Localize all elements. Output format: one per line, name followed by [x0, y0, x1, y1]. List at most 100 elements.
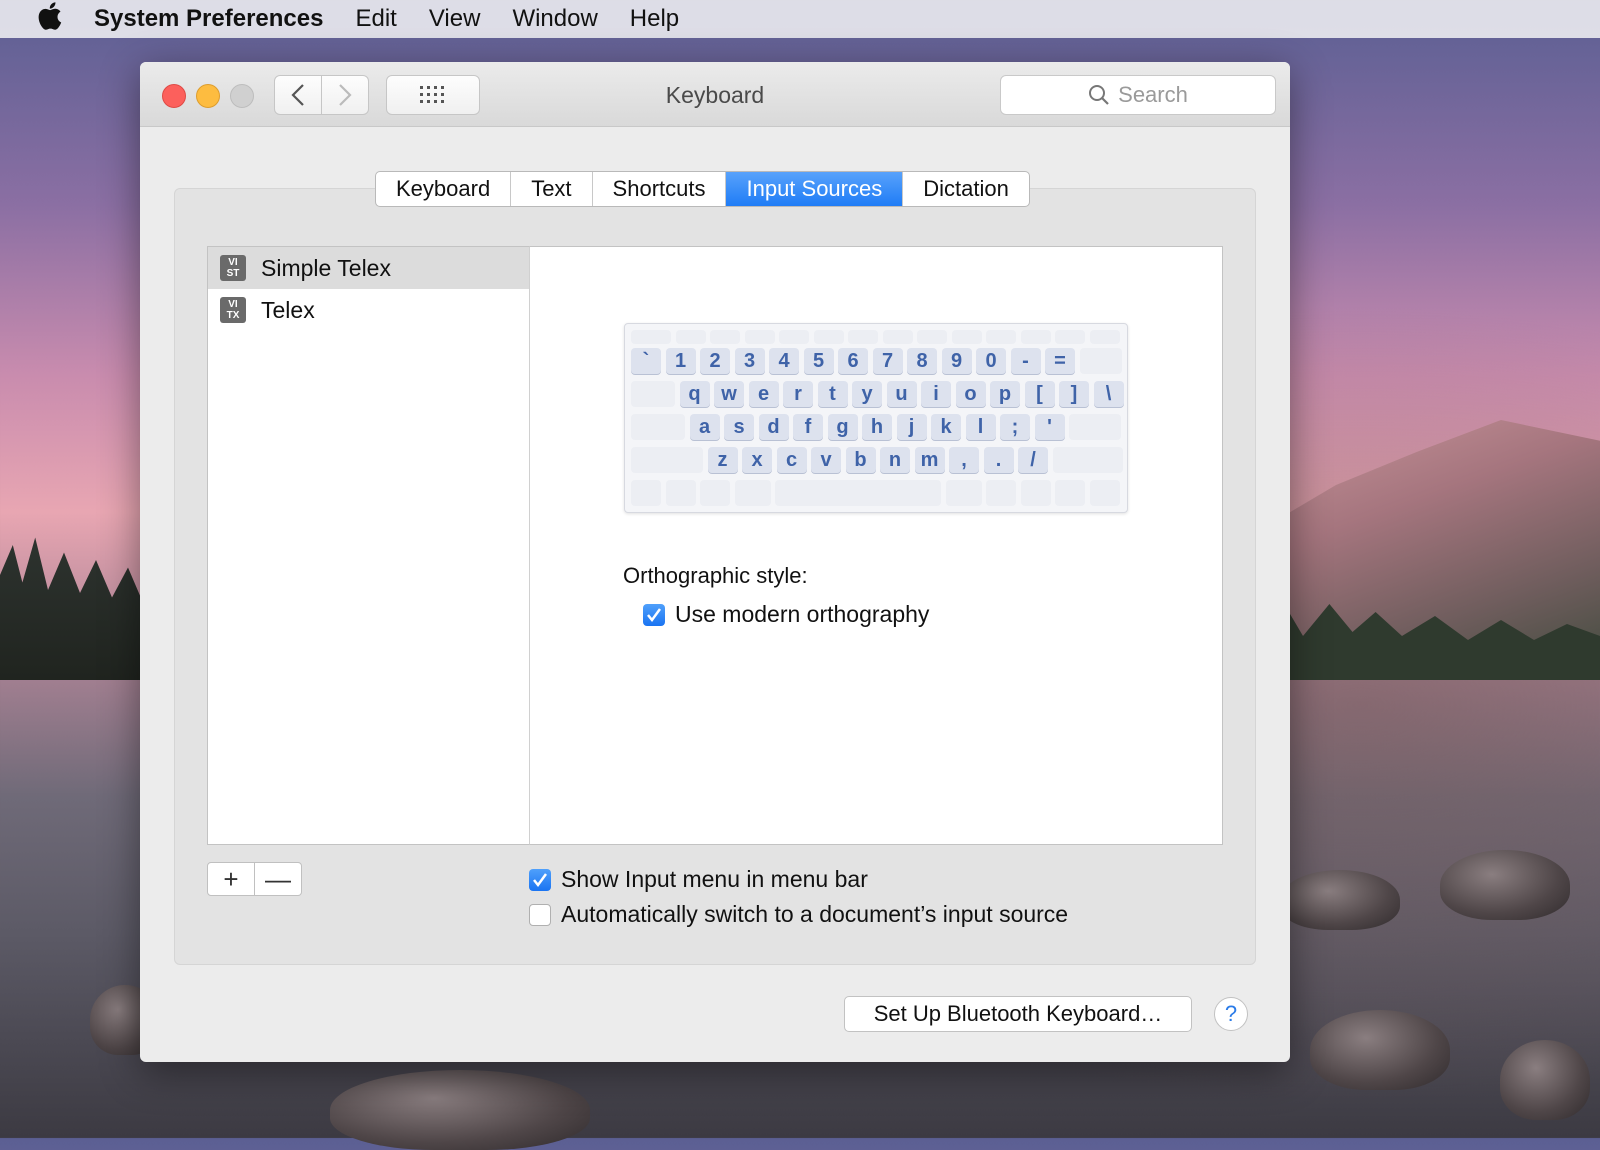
key: \	[1093, 381, 1124, 407]
key: -	[1010, 348, 1041, 374]
modern-orthography-option[interactable]: Use modern orthography	[643, 601, 929, 628]
key: s	[724, 414, 754, 440]
remove-input-source-button[interactable]: —	[255, 862, 302, 896]
checkmark-icon	[647, 607, 662, 622]
search-field[interactable]: Search	[1000, 75, 1276, 115]
list-item-label: Telex	[261, 296, 315, 323]
apple-menu-icon[interactable]	[36, 1, 66, 38]
modern-orthography-checkbox[interactable]	[643, 603, 665, 626]
key: 2	[700, 348, 730, 374]
title-bar: Keyboard Search	[140, 62, 1290, 127]
rock	[1440, 850, 1570, 920]
key: `	[631, 348, 661, 374]
key: w	[714, 381, 744, 407]
list-item-telex[interactable]: VI TX Telex	[208, 289, 530, 331]
list-item-label: Simple Telex	[261, 254, 391, 281]
key: u	[886, 381, 917, 407]
add-input-source-button[interactable]: +	[207, 862, 255, 896]
key: e	[748, 381, 779, 407]
key: 7	[872, 348, 903, 374]
tab-bar: Keyboard Text Shortcuts Input Sources Di…	[375, 171, 1030, 207]
orthographic-style-label: Orthographic style:	[623, 563, 808, 588]
key: a	[689, 414, 720, 440]
key: =	[1045, 348, 1075, 374]
rock	[330, 1070, 590, 1150]
menu-app-name[interactable]: System Preferences	[94, 5, 323, 33]
modern-orthography-label: Use modern orthography	[675, 601, 930, 627]
tab-input-sources[interactable]: Input Sources	[726, 172, 904, 206]
key: k	[931, 414, 961, 440]
key: /	[1018, 447, 1048, 473]
key: n	[880, 447, 910, 473]
key: [	[1024, 381, 1055, 407]
key: 8	[907, 348, 937, 374]
set-up-bluetooth-keyboard-button[interactable]: Set Up Bluetooth Keyboard…	[844, 996, 1192, 1032]
bottom-letter-key-row: z x c v b n m , . /	[631, 447, 1127, 473]
search-placeholder: Search	[1118, 82, 1188, 107]
key: 3	[734, 348, 765, 374]
key: o	[955, 381, 986, 407]
key: g	[827, 414, 858, 440]
key: p	[990, 381, 1020, 407]
rock	[1310, 1010, 1450, 1090]
menu-edit[interactable]: Edit	[355, 5, 396, 33]
vietnamese-input-icon: VI ST	[220, 255, 246, 281]
key: f	[793, 414, 823, 440]
show-input-menu-label: Show Input menu in menu bar	[561, 866, 868, 892]
auto-switch-label: Automatically switch to a document’s inp…	[561, 901, 1069, 927]
key: 9	[941, 348, 972, 374]
show-input-menu-option[interactable]: Show Input menu in menu bar	[529, 866, 868, 893]
key: .	[983, 447, 1014, 473]
key: 4	[769, 348, 799, 374]
tab-shortcuts[interactable]: Shortcuts	[593, 172, 727, 206]
key: j	[896, 414, 927, 440]
key: q	[679, 381, 710, 407]
key: r	[783, 381, 813, 407]
key: l	[965, 414, 996, 440]
tab-dictation[interactable]: Dictation	[903, 172, 1029, 206]
tab-text[interactable]: Text	[511, 172, 593, 206]
key: h	[862, 414, 892, 440]
keyboard-layout-preview: ` 1 2 3 4 5 6 7 8 9 0 - = q w e r t y u …	[624, 323, 1128, 513]
input-source-detail: ` 1 2 3 4 5 6 7 8 9 0 - = q w e r t y u …	[529, 246, 1223, 845]
number-key-row: ` 1 2 3 4 5 6 7 8 9 0 - =	[631, 348, 1126, 374]
home-key-row: a s d f g h j k l ; '	[631, 414, 1126, 440]
key: 6	[838, 348, 868, 374]
key: t	[817, 381, 848, 407]
key: z	[707, 447, 738, 473]
function-key-row	[631, 330, 1124, 344]
search-icon	[1089, 85, 1109, 105]
key: 1	[665, 348, 696, 374]
key: b	[845, 447, 876, 473]
qwerty-key-row: q w e r t y u i o p [ ] \	[631, 381, 1128, 407]
modifier-key-row	[631, 480, 1124, 506]
key: 0	[976, 348, 1006, 374]
key: y	[852, 381, 882, 407]
show-input-menu-checkbox[interactable]	[529, 868, 551, 891]
forest-left	[0, 537, 160, 680]
help-button[interactable]: ?	[1214, 997, 1248, 1031]
key: i	[921, 381, 951, 407]
auto-switch-checkbox[interactable]	[529, 903, 551, 926]
input-sources-list[interactable]: VI ST Simple Telex VI TX Telex	[207, 246, 531, 845]
checkmark-icon	[533, 872, 548, 887]
rock	[1500, 1040, 1590, 1120]
menu-view[interactable]: View	[429, 5, 481, 33]
rock	[1280, 870, 1400, 930]
key: '	[1034, 414, 1065, 440]
key: ;	[1000, 414, 1030, 440]
tab-keyboard[interactable]: Keyboard	[376, 172, 512, 206]
list-item-simple-telex[interactable]: VI ST Simple Telex	[208, 247, 530, 289]
menu-window[interactable]: Window	[512, 5, 597, 33]
menu-help[interactable]: Help	[630, 5, 679, 33]
vietnamese-input-icon: VI TX	[220, 297, 246, 323]
keyboard-preferences-window: Keyboard Search Keyboard Text Shortcuts …	[140, 62, 1290, 1062]
key: 5	[803, 348, 834, 374]
add-remove-group: + —	[207, 862, 302, 896]
key: ]	[1059, 381, 1089, 407]
key: x	[742, 447, 772, 473]
auto-switch-option[interactable]: Automatically switch to a document’s inp…	[529, 901, 1068, 928]
key: d	[758, 414, 789, 440]
menu-bar: System Preferences Edit View Window Help	[0, 0, 1600, 38]
key: m	[914, 447, 945, 473]
